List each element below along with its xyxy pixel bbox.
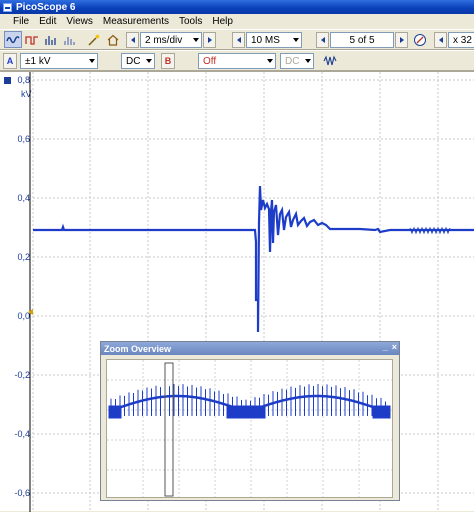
- samples-value: 10 MS: [251, 34, 280, 46]
- magic-wand-icon: [88, 34, 100, 46]
- channel-a-range-select[interactable]: ±1 kV: [20, 53, 98, 69]
- chevron-down-icon: [146, 59, 152, 63]
- channel-a-button[interactable]: A: [3, 53, 17, 69]
- zoom-window-frame[interactable]: [164, 362, 174, 497]
- overview-start-marker: [113, 408, 117, 412]
- auto-setup-button[interactable]: [85, 31, 103, 48]
- spectrum-icon: [45, 35, 56, 45]
- menu-tools[interactable]: Tools: [175, 16, 208, 27]
- menu-edit[interactable]: Edit: [35, 16, 62, 27]
- channel-b-range-select[interactable]: Off: [198, 53, 276, 69]
- window-title: PicoScope 6: [16, 1, 76, 13]
- arrow-left-icon: [236, 37, 241, 43]
- menu-views[interactable]: Views: [62, 16, 99, 27]
- overview-waveform: [107, 360, 392, 497]
- buffer-navigator[interactable]: 5 of 5: [330, 32, 394, 48]
- picoscope-app-icon: [3, 2, 12, 12]
- channel-b-range: Off: [203, 55, 217, 67]
- scope-mode-button[interactable]: [4, 31, 22, 48]
- zoom-overview-panel[interactable]: Zoom Overview _ ×: [100, 341, 400, 501]
- compass-icon: [414, 33, 426, 46]
- chevron-down-icon: [305, 59, 311, 63]
- zoom-overview-plot[interactable]: [106, 359, 393, 498]
- scope-waveform-icon: [6, 35, 20, 43]
- arrow-left-icon: [438, 37, 443, 43]
- samples-decrease-button[interactable]: [232, 32, 245, 48]
- arrow-right-icon: [207, 37, 212, 43]
- arrow-left-icon: [130, 37, 135, 43]
- buffer-position: 5 of 5: [349, 34, 375, 46]
- spectrum-view-button[interactable]: [61, 31, 79, 48]
- home-icon: [107, 34, 119, 46]
- menu-help[interactable]: Help: [208, 16, 239, 27]
- channel-toolbar: A ±1 kV DC B Off DC: [0, 50, 474, 71]
- spectrum-mode-button[interactable]: [42, 31, 60, 48]
- channel-b-coupling: DC: [285, 55, 300, 67]
- chevron-down-icon: [267, 59, 273, 63]
- menu-measurements[interactable]: Measurements: [99, 16, 175, 27]
- zoom-overview-title: Zoom Overview: [104, 343, 172, 354]
- persistence-icon: [25, 35, 38, 45]
- zoom-level-field[interactable]: x 32: [448, 32, 474, 48]
- timebase-increase-button[interactable]: [203, 32, 216, 48]
- samples-select[interactable]: 10 MS: [246, 32, 302, 48]
- chevron-down-icon: [193, 38, 199, 42]
- channel-b-label: B: [164, 56, 172, 66]
- timebase-decrease-button[interactable]: [126, 32, 139, 48]
- close-icon[interactable]: ×: [392, 342, 397, 352]
- bar-spectrum-icon: [64, 36, 75, 45]
- zoom-decrease-button[interactable]: [434, 32, 447, 48]
- title-bar: PicoScope 6: [0, 0, 474, 14]
- home-button[interactable]: [104, 31, 122, 48]
- channel-options-button[interactable]: [322, 52, 340, 69]
- timebase-value: 2 ms/div: [145, 34, 183, 46]
- buffer-next-button[interactable]: [395, 32, 408, 48]
- channel-a-coupling-select[interactable]: DC: [121, 53, 155, 69]
- channel-a-label: A: [6, 56, 14, 66]
- minimize-icon[interactable]: _: [383, 342, 388, 352]
- menu-file[interactable]: File: [0, 16, 35, 27]
- persistence-mode-button[interactable]: [23, 31, 41, 48]
- chevron-down-icon: [293, 38, 299, 42]
- buffer-previous-button[interactable]: [316, 32, 329, 48]
- signal-options-icon: [323, 54, 337, 65]
- buffer-overview-button[interactable]: [411, 31, 429, 48]
- chevron-down-icon: [89, 59, 95, 63]
- zoom-level-value: x 32: [453, 34, 472, 46]
- capture-toolbar: 2 ms/div 10 MS 5 of 5 x 32: [0, 29, 474, 50]
- channel-b-coupling-select[interactable]: DC: [280, 53, 314, 69]
- channel-a-range: ±1 kV: [25, 55, 51, 67]
- arrow-left-icon: [320, 37, 325, 43]
- timebase-select[interactable]: 2 ms/div: [140, 32, 202, 48]
- arrow-right-icon: [399, 37, 404, 43]
- channel-a-coupling: DC: [126, 55, 141, 67]
- channel-a-trace: [33, 185, 474, 333]
- menu-bar: File Edit Views Measurements Tools Help: [0, 14, 474, 29]
- channel-b-button[interactable]: B: [161, 53, 175, 69]
- zoom-overview-titlebar[interactable]: Zoom Overview _ ×: [101, 342, 399, 355]
